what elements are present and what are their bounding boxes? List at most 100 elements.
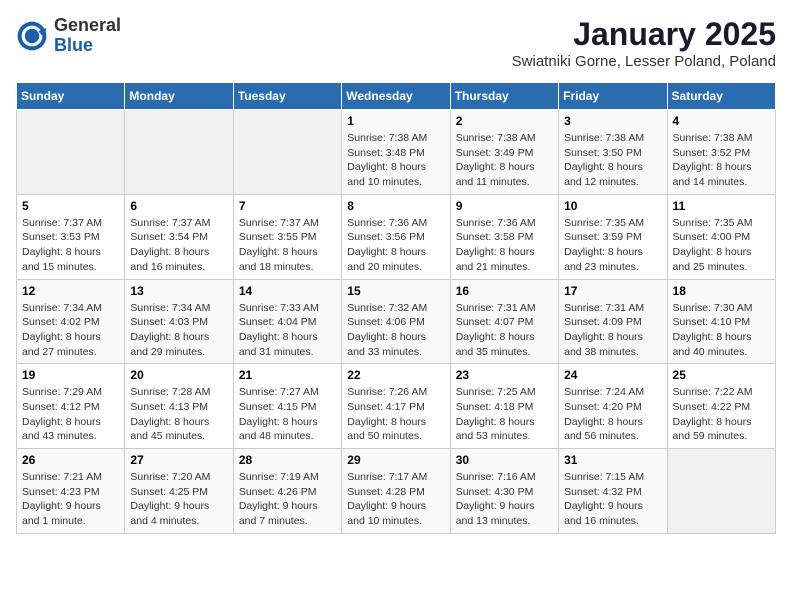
day-info: Sunrise: 7:15 AMSunset: 4:32 PMDaylight:… <box>564 470 661 529</box>
day-number: 23 <box>456 368 553 382</box>
day-info: Sunrise: 7:24 AMSunset: 4:20 PMDaylight:… <box>564 385 661 444</box>
calendar-header-row: SundayMondayTuesdayWednesdayThursdayFrid… <box>17 83 776 110</box>
day-info: Sunrise: 7:28 AMSunset: 4:13 PMDaylight:… <box>130 385 227 444</box>
calendar-cell: 2 Sunrise: 7:38 AMSunset: 3:49 PMDaylight… <box>450 110 558 195</box>
day-number: 11 <box>673 199 770 213</box>
calendar-cell: 11Sunrise: 7:35 AMSunset: 4:00 PMDayligh… <box>667 194 775 279</box>
calendar-week-row: 19Sunrise: 7:29 AMSunset: 4:12 PMDayligh… <box>17 364 776 449</box>
calendar-cell: 10 Sunrise: 7:35 AMSunset: 3:59 PMDayligh… <box>559 194 667 279</box>
day-number: 26 <box>22 453 119 467</box>
day-number: 2 <box>456 114 553 128</box>
calendar-cell: 27 Sunrise: 7:20 AMSunset: 4:25 PMDayligh… <box>125 449 233 534</box>
logo-general: General <box>54 16 121 36</box>
calendar-week-row: 5 Sunrise: 7:37 AMSunset: 3:53 PMDaylight… <box>17 194 776 279</box>
day-number: 30 <box>456 453 553 467</box>
col-header-saturday: Saturday <box>667 83 775 110</box>
col-header-tuesday: Tuesday <box>233 83 341 110</box>
day-number: 22 <box>347 368 444 382</box>
day-info: Sunrise: 7:29 AMSunset: 4:12 PMDaylight:… <box>22 385 119 444</box>
day-number: 24 <box>564 368 661 382</box>
calendar-week-row: 1Sunrise: 7:38 AMSunset: 3:48 PMDaylight… <box>17 110 776 195</box>
month-title: January 2025 <box>512 16 776 53</box>
calendar-cell <box>17 110 125 195</box>
calendar-cell: 21 Sunrise: 7:27 AMSunset: 4:15 PMDayligh… <box>233 364 341 449</box>
calendar-cell: 16 Sunrise: 7:31 AMSunset: 4:07 PMDayligh… <box>450 279 558 364</box>
calendar-cell: 22 Sunrise: 7:26 AMSunset: 4:17 PMDayligh… <box>342 364 450 449</box>
day-info: Sunrise: 7:31 AMSunset: 4:07 PMDaylight:… <box>456 301 553 360</box>
col-header-wednesday: Wednesday <box>342 83 450 110</box>
day-number: 16 <box>456 284 553 298</box>
calendar-cell: 7 Sunrise: 7:37 AMSunset: 3:55 PMDaylight… <box>233 194 341 279</box>
col-header-thursday: Thursday <box>450 83 558 110</box>
col-header-monday: Monday <box>125 83 233 110</box>
day-info: Sunrise: 7:34 AMSunset: 4:02 PMDaylight:… <box>22 301 119 360</box>
calendar-cell: 25 Sunrise: 7:22 AMSunset: 4:22 PMDayligh… <box>667 364 775 449</box>
day-number: 25 <box>673 368 770 382</box>
calendar-cell: 29 Sunrise: 7:17 AMSunset: 4:28 PMDayligh… <box>342 449 450 534</box>
logo-blue: Blue <box>54 36 121 56</box>
logo: General Blue <box>16 16 121 56</box>
day-number: 4 <box>673 114 770 128</box>
day-info: Sunrise: 7:37 AMSunset: 3:54 PMDaylight:… <box>130 216 227 275</box>
day-number: 3 <box>564 114 661 128</box>
day-number: 28 <box>239 453 336 467</box>
col-header-sunday: Sunday <box>17 83 125 110</box>
day-info: Sunrise: 7:38 AMSunset: 3:48 PMDaylight:… <box>347 131 444 190</box>
page-header: General Blue January 2025 Swiatniki Gorn… <box>16 16 776 70</box>
day-info: Sunrise: 7:38 AMSunset: 3:50 PMDaylight:… <box>564 131 661 190</box>
calendar-cell: 31Sunrise: 7:15 AMSunset: 4:32 PMDayligh… <box>559 449 667 534</box>
calendar-cell <box>233 110 341 195</box>
day-info: Sunrise: 7:19 AMSunset: 4:26 PMDaylight:… <box>239 470 336 529</box>
location: Swiatniki Gorne, Lesser Poland, Poland <box>512 53 776 70</box>
day-info: Sunrise: 7:38 AMSunset: 3:52 PMDaylight:… <box>673 131 770 190</box>
day-info: Sunrise: 7:17 AMSunset: 4:28 PMDaylight:… <box>347 470 444 529</box>
calendar-cell: 23 Sunrise: 7:25 AMSunset: 4:18 PMDayligh… <box>450 364 558 449</box>
day-info: Sunrise: 7:38 AMSunset: 3:49 PMDaylight:… <box>456 131 553 190</box>
day-number: 5 <box>22 199 119 213</box>
calendar-cell: 28 Sunrise: 7:19 AMSunset: 4:26 PMDayligh… <box>233 449 341 534</box>
day-number: 7 <box>239 199 336 213</box>
calendar-cell <box>125 110 233 195</box>
day-info: Sunrise: 7:30 AMSunset: 4:10 PMDaylight:… <box>673 301 770 360</box>
day-info: Sunrise: 7:36 AMSunset: 3:58 PMDaylight:… <box>456 216 553 275</box>
day-info: Sunrise: 7:34 AMSunset: 4:03 PMDaylight:… <box>130 301 227 360</box>
day-number: 17 <box>564 284 661 298</box>
calendar-cell: 18 Sunrise: 7:30 AMSunset: 4:10 PMDayligh… <box>667 279 775 364</box>
day-info: Sunrise: 7:27 AMSunset: 4:15 PMDaylight:… <box>239 385 336 444</box>
day-info: Sunrise: 7:33 AMSunset: 4:04 PMDaylight:… <box>239 301 336 360</box>
day-info: Sunrise: 7:16 AMSunset: 4:30 PMDaylight:… <box>456 470 553 529</box>
day-info: Sunrise: 7:36 AMSunset: 3:56 PMDaylight:… <box>347 216 444 275</box>
col-header-friday: Friday <box>559 83 667 110</box>
calendar-cell: 6 Sunrise: 7:37 AMSunset: 3:54 PMDaylight… <box>125 194 233 279</box>
calendar-cell: 5 Sunrise: 7:37 AMSunset: 3:53 PMDaylight… <box>17 194 125 279</box>
day-number: 29 <box>347 453 444 467</box>
calendar-cell: 13 Sunrise: 7:34 AMSunset: 4:03 PMDayligh… <box>125 279 233 364</box>
day-info: Sunrise: 7:21 AMSunset: 4:23 PMDaylight:… <box>22 470 119 529</box>
day-number: 18 <box>673 284 770 298</box>
calendar-cell <box>667 449 775 534</box>
calendar-cell: 12 Sunrise: 7:34 AMSunset: 4:02 PMDayligh… <box>17 279 125 364</box>
day-number: 27 <box>130 453 227 467</box>
calendar-cell: 14 Sunrise: 7:33 AMSunset: 4:04 PMDayligh… <box>233 279 341 364</box>
day-number: 12 <box>22 284 119 298</box>
day-info: Sunrise: 7:25 AMSunset: 4:18 PMDaylight:… <box>456 385 553 444</box>
day-info: Sunrise: 7:20 AMSunset: 4:25 PMDaylight:… <box>130 470 227 529</box>
day-number: 13 <box>130 284 227 298</box>
day-info: Sunrise: 7:37 AMSunset: 3:55 PMDaylight:… <box>239 216 336 275</box>
day-number: 14 <box>239 284 336 298</box>
day-number: 10 <box>564 199 661 213</box>
day-info: Sunrise: 7:22 AMSunset: 4:22 PMDaylight:… <box>673 385 770 444</box>
day-number: 21 <box>239 368 336 382</box>
day-info: Sunrise: 7:37 AMSunset: 3:53 PMDaylight:… <box>22 216 119 275</box>
calendar-cell: 17Sunrise: 7:31 AMSunset: 4:09 PMDayligh… <box>559 279 667 364</box>
calendar-cell: 30 Sunrise: 7:16 AMSunset: 4:30 PMDayligh… <box>450 449 558 534</box>
calendar-week-row: 26 Sunrise: 7:21 AMSunset: 4:23 PMDayligh… <box>17 449 776 534</box>
day-info: Sunrise: 7:35 AMSunset: 3:59 PMDaylight:… <box>564 216 661 275</box>
day-info: Sunrise: 7:26 AMSunset: 4:17 PMDaylight:… <box>347 385 444 444</box>
calendar-cell: 3 Sunrise: 7:38 AMSunset: 3:50 PMDaylight… <box>559 110 667 195</box>
day-number: 15 <box>347 284 444 298</box>
logo-icon <box>16 20 48 52</box>
calendar-cell: 15Sunrise: 7:32 AMSunset: 4:06 PMDayligh… <box>342 279 450 364</box>
day-number: 6 <box>130 199 227 213</box>
calendar-table: SundayMondayTuesdayWednesdayThursdayFrid… <box>16 82 776 534</box>
